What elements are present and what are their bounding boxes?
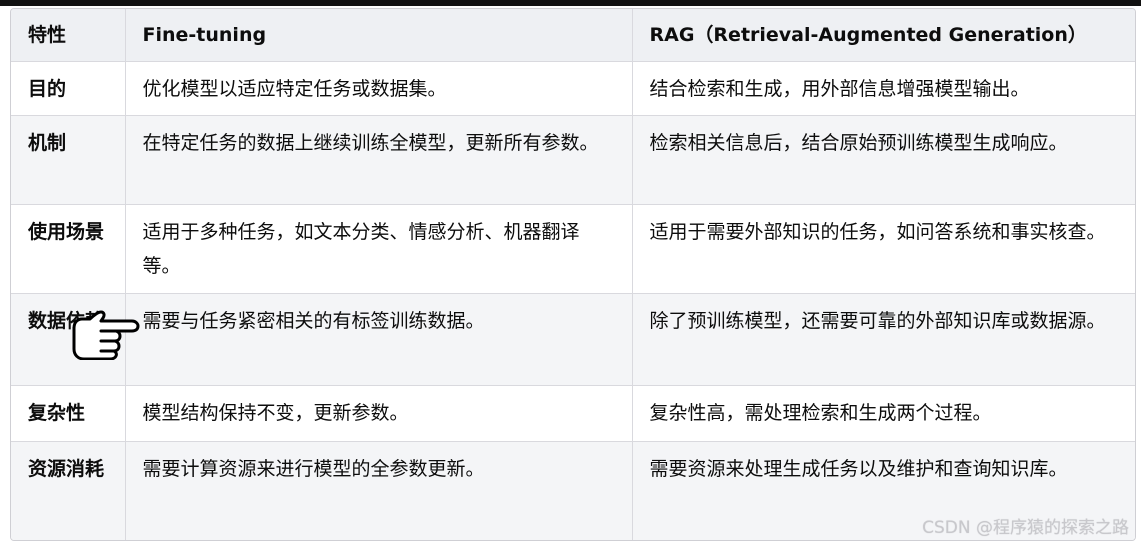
- row-fine-tuning-cell: 在特定任务的数据上继续训练全模型，更新所有参数。: [125, 115, 633, 205]
- row-rag-cell: 复杂性高，需处理检索和生成两个过程。: [632, 385, 1135, 442]
- row-fine-tuning-cell: 需要与任务紧密相关的有标签训练数据。: [125, 293, 633, 386]
- table-row: 目的 优化模型以适应特定任务或数据集。 结合检索和生成，用外部信息增强模型输出。: [11, 61, 1135, 116]
- row-feature: 目的: [11, 61, 126, 116]
- row-feature: 数据依赖: [11, 293, 126, 386]
- header-rag: RAG（Retrieval-Augmented Generation）: [632, 9, 1135, 62]
- table-row: 机制 在特定任务的数据上继续训练全模型，更新所有参数。 检索相关信息后，结合原始…: [11, 115, 1135, 205]
- header-feature: 特性: [11, 9, 126, 62]
- comparison-table-container: 特性 Fine-tuning RAG（Retrieval-Augmented G…: [10, 8, 1136, 541]
- row-fine-tuning-cell: 模型结构保持不变，更新参数。: [125, 385, 633, 442]
- row-feature: 复杂性: [11, 385, 126, 442]
- header-fine-tuning: Fine-tuning: [125, 9, 633, 62]
- row-rag-cell: 检索相关信息后，结合原始预训练模型生成响应。: [632, 115, 1135, 205]
- comparison-table: 特性 Fine-tuning RAG（Retrieval-Augmented G…: [11, 9, 1135, 540]
- table-row: 使用场景 适用于多种任务，如文本分类、情感分析、机器翻译等。 适用于需要外部知识…: [11, 204, 1135, 294]
- table-row: 数据依赖 需要与任务紧密相关的有标签训练数据。 除了预训练模型，还需要可靠的外部…: [11, 293, 1135, 386]
- row-feature: 资源消耗: [11, 441, 126, 540]
- top-bar: [0, 0, 1141, 6]
- row-rag-cell: 除了预训练模型，还需要可靠的外部知识库或数据源。: [632, 293, 1135, 386]
- watermark: CSDN @程序猿的探索之路: [922, 518, 1129, 538]
- table-header-row: 特性 Fine-tuning RAG（Retrieval-Augmented G…: [11, 9, 1135, 62]
- row-fine-tuning-cell: 优化模型以适应特定任务或数据集。: [125, 61, 633, 116]
- row-rag-cell: 适用于需要外部知识的任务，如问答系统和事实核查。: [632, 204, 1135, 294]
- row-feature: 机制: [11, 115, 126, 205]
- row-rag-cell: 结合检索和生成，用外部信息增强模型输出。: [632, 61, 1135, 116]
- row-fine-tuning-cell: 需要计算资源来进行模型的全参数更新。: [125, 441, 633, 540]
- row-feature: 使用场景: [11, 204, 126, 294]
- table-row: 复杂性 模型结构保持不变，更新参数。 复杂性高，需处理检索和生成两个过程。: [11, 385, 1135, 442]
- row-fine-tuning-cell: 适用于多种任务，如文本分类、情感分析、机器翻译等。: [125, 204, 633, 294]
